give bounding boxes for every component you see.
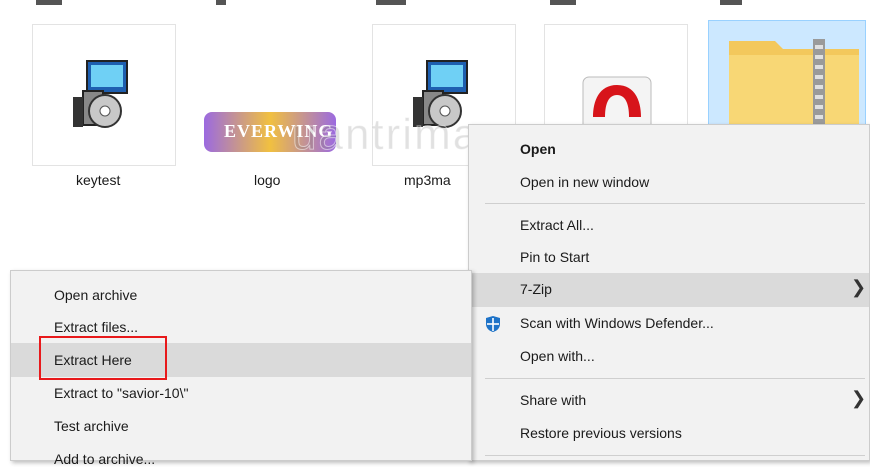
file-name: logo bbox=[254, 172, 281, 188]
menu-item-pin-to-start[interactable]: Pin to Start bbox=[520, 249, 589, 265]
menu-separator bbox=[485, 203, 865, 204]
previous-row-label bbox=[36, 0, 62, 5]
submenu-item-extract-to[interactable]: Extract to "savior-10\" bbox=[54, 385, 188, 401]
context-menu: Open Open in new window Extract All... P… bbox=[468, 124, 870, 461]
installer-icon bbox=[413, 60, 468, 128]
submenu-item-test-archive[interactable]: Test archive bbox=[54, 418, 129, 434]
annotation-highlight-box bbox=[39, 336, 167, 380]
submenu-item-add-to-archive[interactable]: Add to archive... bbox=[54, 451, 155, 467]
file-explorer-view: keytest EVERWING logo mp3ma uantrimang O… bbox=[0, 0, 870, 467]
submenu-item-open-archive[interactable]: Open archive bbox=[54, 287, 137, 303]
menu-item-scan-defender[interactable]: Scan with Windows Defender... bbox=[520, 315, 714, 331]
previous-row-label bbox=[216, 0, 226, 5]
chevron-right-icon: ❯ bbox=[851, 388, 867, 408]
file-name: keytest bbox=[76, 172, 121, 188]
file-keytest[interactable] bbox=[32, 24, 176, 166]
file-name: mp3ma bbox=[404, 172, 451, 188]
installer-icon bbox=[73, 60, 128, 128]
chevron-right-icon: ❯ bbox=[851, 277, 867, 297]
logo-text: EVERWING bbox=[224, 121, 334, 141]
previous-row-label bbox=[550, 0, 576, 5]
previous-row-label bbox=[376, 0, 406, 5]
menu-item-7zip[interactable]: 7-Zip bbox=[520, 281, 552, 297]
defender-shield-icon bbox=[486, 316, 500, 332]
menu-separator bbox=[485, 378, 865, 379]
menu-item-restore-versions[interactable]: Restore previous versions bbox=[520, 425, 682, 441]
menu-separator bbox=[485, 455, 865, 456]
menu-item-open[interactable]: Open bbox=[520, 141, 556, 157]
file-logo[interactable]: EVERWING bbox=[196, 24, 346, 166]
menu-item-share-with[interactable]: Share with bbox=[520, 392, 586, 408]
submenu-item-extract-files[interactable]: Extract files... bbox=[54, 319, 138, 335]
menu-item-extract-all[interactable]: Extract All... bbox=[520, 217, 594, 233]
menu-item-open-with[interactable]: Open with... bbox=[520, 348, 595, 364]
menu-item-open-new-window[interactable]: Open in new window bbox=[520, 174, 649, 190]
previous-row-label bbox=[720, 0, 742, 5]
